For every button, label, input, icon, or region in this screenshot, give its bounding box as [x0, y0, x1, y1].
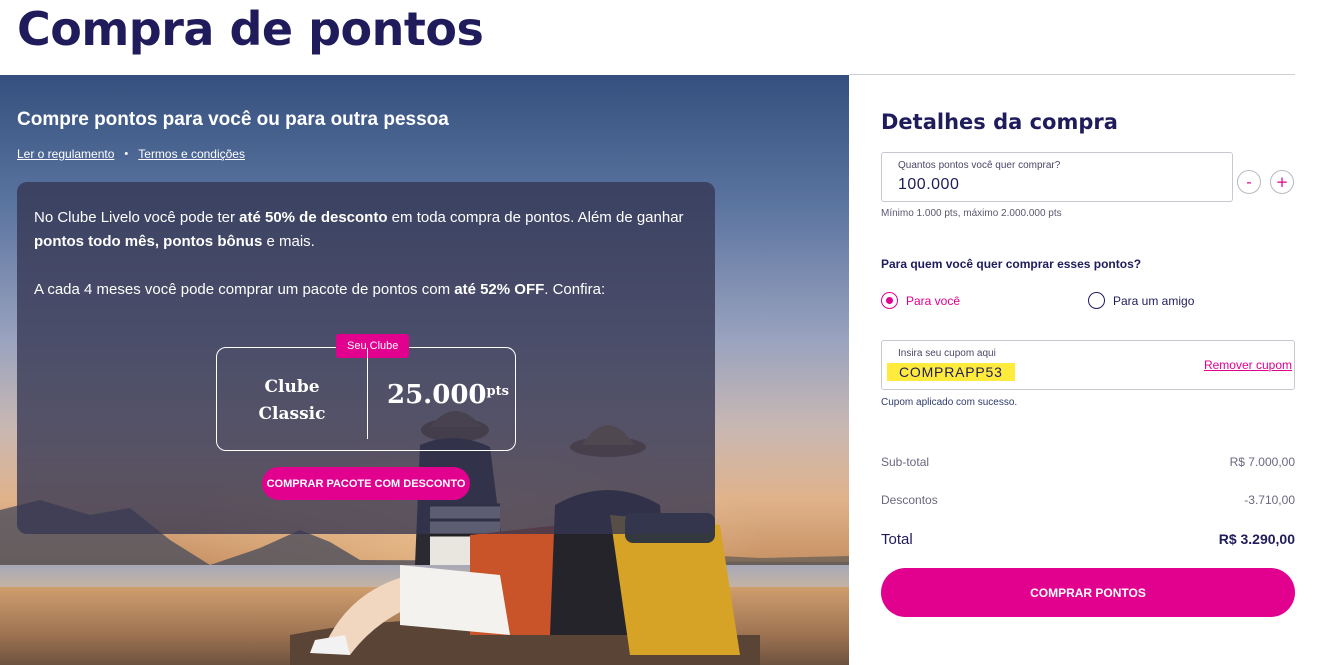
discount-label: Descontos [881, 493, 938, 507]
total-row: Total R$ 3.290,00 [881, 531, 1295, 548]
points-quantity-field[interactable]: Quantos pontos você quer comprar? [881, 152, 1233, 202]
club-points-unit: pts [486, 384, 509, 399]
card-divider [367, 348, 368, 439]
discount-value: -3.710,00 [1244, 493, 1295, 507]
radio-for-you-label: Para você [906, 293, 961, 308]
subtotal-label: Sub-total [881, 455, 930, 469]
radio-for-friend[interactable]: Para um amigo [1088, 292, 1194, 309]
text-bold: até 52% OFF [454, 281, 545, 298]
radio-for-friend-label: Para um amigo [1113, 293, 1195, 308]
text-bold: até 50% de desconto [239, 209, 388, 226]
page-title: Compra de pontos [17, 2, 484, 56]
subtotal-row: Sub-total R$ 7.000,00 [881, 455, 1295, 469]
purchase-details-title: Detalhes da compra [881, 110, 1118, 134]
hero-links: Ler o regulamento • Termos e condições [17, 147, 245, 161]
radio-selected-icon[interactable] [881, 292, 898, 309]
radio-for-you[interactable]: Para você [881, 292, 960, 309]
club-name-line1: Clube [264, 377, 320, 397]
decrease-points-button[interactable]: - [1237, 170, 1261, 194]
discount-row: Descontos -3.710,00 [881, 493, 1295, 507]
header-divider [849, 74, 1295, 75]
points-limits-hint: Mínimo 1.000 pts, máximo 2.000.000 pts [881, 208, 1062, 219]
text-span: em toda compra de pontos. Além de ganhar [387, 209, 684, 226]
points-quantity-input[interactable] [898, 176, 1098, 194]
text-span: A cada 4 meses você pode comprar um paco… [34, 281, 455, 298]
coupon-field-label: Insira seu cupom aqui [898, 348, 996, 359]
remove-coupon-link[interactable]: Remover cupom [1204, 358, 1292, 372]
club-info-text: No Clube Livelo você pode ter até 50% de… [34, 206, 684, 302]
club-points: 25.000pts [387, 380, 509, 410]
text-span: . Confira: [544, 281, 606, 298]
club-info-panel: No Clube Livelo você pode ter até 50% de… [17, 182, 715, 534]
recipient-question: Para quem você quer comprar esses pontos… [881, 257, 1142, 271]
radio-unselected-icon[interactable] [1088, 292, 1105, 309]
link-separator: • [124, 148, 129, 160]
text-span: e mais. [262, 233, 315, 250]
your-club-badge: Seu Clube [336, 334, 410, 358]
club-points-value: 25.000 [387, 380, 487, 410]
points-field-label: Quantos pontos você quer comprar? [898, 160, 1061, 171]
club-package-paragraph: A cada 4 meses você pode comprar um paco… [34, 278, 684, 302]
coupon-code-value[interactable]: COMPRAPP53 [887, 363, 1015, 381]
hero-heading: Compre pontos para você ou para outra pe… [17, 109, 449, 130]
rules-link[interactable]: Ler o regulamento [17, 147, 114, 161]
text-span: No Clube Livelo você pode ter [34, 209, 240, 226]
club-plan-name: Clube Classic [217, 374, 367, 428]
club-name-line2: Classic [258, 404, 326, 424]
buy-discount-package-button[interactable]: COMPRAR PACOTE COM DESCONTO [262, 467, 470, 500]
total-label: Total [881, 531, 913, 548]
total-value: R$ 3.290,00 [1218, 531, 1295, 547]
increase-points-button[interactable]: + [1270, 170, 1294, 194]
subtotal-value: R$ 7.000,00 [1229, 455, 1295, 469]
text-bold: pontos todo mês, pontos bônus [34, 233, 263, 250]
club-discount-paragraph: No Clube Livelo você pode ter até 50% de… [34, 206, 684, 254]
coupon-success-message: Cupom aplicado com sucesso. [881, 397, 1018, 408]
terms-link[interactable]: Termos e condições [138, 147, 245, 161]
coupon-field[interactable]: Insira seu cupom aqui COMPRAPP53 Remover… [881, 340, 1295, 390]
club-plan-card: Seu Clube Clube Classic 25.000pts [216, 334, 516, 451]
buy-points-button[interactable]: COMPRAR PONTOS [881, 568, 1295, 617]
